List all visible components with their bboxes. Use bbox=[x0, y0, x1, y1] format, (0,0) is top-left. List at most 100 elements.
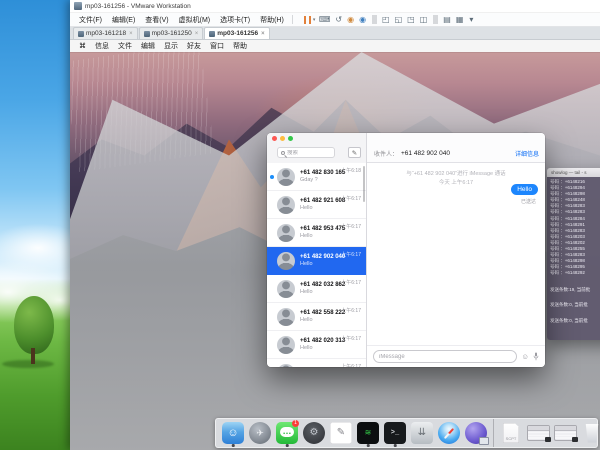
dock-app-icon[interactable]: ≋ bbox=[357, 422, 379, 444]
dock-icon-glyph: SCPT bbox=[506, 437, 517, 441]
dock-app-icon[interactable]: ✈ bbox=[249, 422, 271, 444]
dock-item[interactable]: ☺ bbox=[221, 419, 245, 447]
pause-vm-button[interactable]: ▾ bbox=[304, 16, 317, 24]
dock-app-icon[interactable] bbox=[438, 422, 460, 444]
conversation-list-item[interactable]: +61 482 830 165 Gday ? 上午6:18 bbox=[267, 163, 366, 191]
conversation-list-item[interactable]: +61 482 953 475 Hello 上午6:17 bbox=[267, 219, 366, 247]
terminal-log-line: 号码 ：+6148292 bbox=[550, 270, 600, 276]
apple-menu-icon[interactable]: ⌘ bbox=[79, 42, 86, 50]
contact-avatar bbox=[277, 280, 295, 298]
dock-app-icon[interactable] bbox=[554, 425, 577, 441]
dock-item[interactable] bbox=[437, 419, 461, 447]
dock-app-icon[interactable]: ✎ bbox=[330, 422, 352, 444]
macos-menu-item[interactable]: 文件 bbox=[118, 41, 132, 51]
close-window-button[interactable] bbox=[272, 136, 277, 141]
vm-tab[interactable]: mp03-161218 × bbox=[73, 27, 138, 39]
conversation-time: 上午6:17 bbox=[341, 195, 361, 202]
conversation-list-item[interactable]: +61 482 020 313 Hello 上午6:17 bbox=[267, 331, 366, 359]
conversation-list-item[interactable]: +61 482 832 465 上午6:17 bbox=[267, 359, 366, 367]
macos-menu-item[interactable]: 编辑 bbox=[141, 41, 155, 51]
close-tab-icon[interactable]: × bbox=[261, 31, 265, 37]
vmware-toolbar-icon[interactable]: ↺ bbox=[333, 16, 345, 24]
list-scrollbar[interactable] bbox=[363, 166, 366, 202]
minimize-window-button[interactable] bbox=[280, 136, 285, 141]
search-input[interactable] bbox=[287, 150, 331, 156]
terminal-titlebar[interactable]: showlog — tail - s bbox=[547, 168, 600, 177]
search-field[interactable] bbox=[277, 147, 335, 158]
dock-item[interactable]: ✎ bbox=[329, 419, 353, 447]
vmware-toolbar-icon[interactable]: ⌨ bbox=[316, 16, 333, 24]
close-tab-icon[interactable]: × bbox=[129, 31, 133, 37]
dock-item[interactable]: ⇊ bbox=[410, 419, 434, 447]
dock-item[interactable]: ≋ bbox=[356, 419, 380, 447]
macos-menu-item[interactable]: 窗口 bbox=[210, 41, 224, 51]
vm-tab[interactable]: mp03-161256 × bbox=[204, 27, 269, 39]
dock-app-icon[interactable] bbox=[465, 422, 487, 444]
macos-menu-item[interactable]: 显示 bbox=[164, 41, 178, 51]
screen: mp03-161256 - VMware Workstation 文件(F)编辑… bbox=[0, 0, 600, 450]
conversation-preview: Gday ? bbox=[300, 177, 366, 183]
vmware-toolbar-icon[interactable]: ◰ bbox=[380, 16, 393, 24]
dock-app-icon[interactable]: ☺ bbox=[222, 422, 244, 444]
thread-notice-line1: 与“+61 482 902 040”进行 iMessage 通话 bbox=[367, 170, 545, 179]
dock-item[interactable]: >_ bbox=[383, 419, 407, 447]
zoom-window-button[interactable] bbox=[288, 136, 293, 141]
vmware-menu-item[interactable]: 文件(F) bbox=[74, 15, 107, 25]
recipient-number: +61 482 902 040 bbox=[401, 150, 450, 157]
dictation-mic-icon[interactable] bbox=[533, 352, 539, 361]
vmware-toolbar-icon[interactable]: ◳ bbox=[405, 16, 418, 24]
vmware-toolbar-icon[interactable]: ◉ bbox=[357, 16, 369, 24]
contact-avatar bbox=[277, 196, 295, 214]
vmware-menu-item[interactable]: 帮助(H) bbox=[255, 15, 289, 25]
dock-icon-glyph: ⚙ bbox=[310, 428, 319, 438]
dock-app-icon[interactable]: >_ bbox=[384, 422, 406, 444]
dock-item[interactable] bbox=[580, 419, 600, 447]
conversation-list-item[interactable]: +61 482 558 222 Hello 上午6:17 bbox=[267, 303, 366, 331]
vmware-toolbar-icon[interactable]: ◱ bbox=[392, 16, 405, 24]
dock-app-icon[interactable] bbox=[527, 425, 550, 441]
messages-window: ✎ 收件人： +61 482 902 040 详细信息 +61 482 830 … bbox=[267, 133, 545, 367]
dock-item[interactable] bbox=[464, 419, 488, 447]
macos-menu-item[interactable]: 帮助 bbox=[233, 41, 247, 51]
dock-app-icon[interactable]: SCPT bbox=[503, 423, 519, 443]
conversation-list-item[interactable]: +61 482 921 608 Hello 上午6:17 bbox=[267, 191, 366, 219]
vmware-toolbar-icon[interactable]: ▤ bbox=[441, 16, 454, 24]
dock-app-icon[interactable]: ⚙ bbox=[303, 422, 325, 444]
dock-item[interactable]: ⚙ bbox=[302, 419, 326, 447]
emoji-picker-icon[interactable]: ☺ bbox=[521, 353, 529, 361]
vmware-toolbar-icon[interactable]: ◫ bbox=[417, 16, 430, 24]
vmware-toolbar-icon[interactable]: ◉ bbox=[345, 16, 357, 24]
close-tab-icon[interactable]: × bbox=[195, 31, 199, 37]
dock-item[interactable]: ✈ bbox=[248, 419, 272, 447]
vmware-menu-item[interactable]: 查看(V) bbox=[140, 15, 173, 25]
details-link[interactable]: 详细信息 bbox=[515, 149, 539, 158]
vm-guest-screen: ⌘ 信息文件编辑显示好友窗口帮助 showlog — tail - s 号码 ：… bbox=[70, 40, 600, 450]
vmware-menu-item[interactable]: 编辑(E) bbox=[107, 15, 140, 25]
conversation-preview: Hello bbox=[300, 289, 366, 295]
macos-menu-item[interactable]: 好友 bbox=[187, 41, 201, 51]
recipient-label: 收件人： bbox=[374, 149, 398, 158]
macos-menu-item[interactable]: 信息 bbox=[95, 41, 109, 51]
vmware-menu-item[interactable]: 选项卡(T) bbox=[215, 15, 255, 25]
dock-item[interactable] bbox=[526, 419, 550, 447]
vmware-menu-item[interactable]: 虚拟机(M) bbox=[174, 15, 216, 25]
chevron-down-icon: ▾ bbox=[313, 17, 316, 23]
message-input[interactable] bbox=[379, 354, 511, 360]
compose-button[interactable]: ✎ bbox=[348, 147, 361, 158]
dock-app-icon[interactable] bbox=[585, 424, 600, 443]
vmware-toolbar-icon[interactable]: ▾ bbox=[467, 16, 476, 24]
vmware-toolbar-icon[interactable] bbox=[372, 15, 377, 24]
dock-app-icon[interactable]: ⇊ bbox=[411, 422, 433, 444]
message-input-field[interactable] bbox=[373, 350, 517, 363]
dock-item[interactable] bbox=[553, 419, 577, 447]
dock-item[interactable]: SCPT bbox=[493, 419, 523, 447]
vmware-toolbar-icon[interactable] bbox=[433, 15, 438, 24]
running-indicator bbox=[232, 444, 235, 447]
vm-tab[interactable]: mp03-161250 × bbox=[139, 27, 204, 39]
dock-item[interactable]: … 1 bbox=[275, 419, 299, 447]
vmware-toolbar-icon[interactable]: ▦ bbox=[453, 16, 466, 24]
search-icon bbox=[281, 151, 285, 155]
vmware-titlebar[interactable]: mp03-161256 - VMware Workstation bbox=[70, 0, 600, 13]
conversation-list-item[interactable]: +61 482 902 040 Hello 上午6:17 bbox=[267, 247, 366, 275]
conversation-list-item[interactable]: +61 482 032 862 Hello 上午6:17 bbox=[267, 275, 366, 303]
